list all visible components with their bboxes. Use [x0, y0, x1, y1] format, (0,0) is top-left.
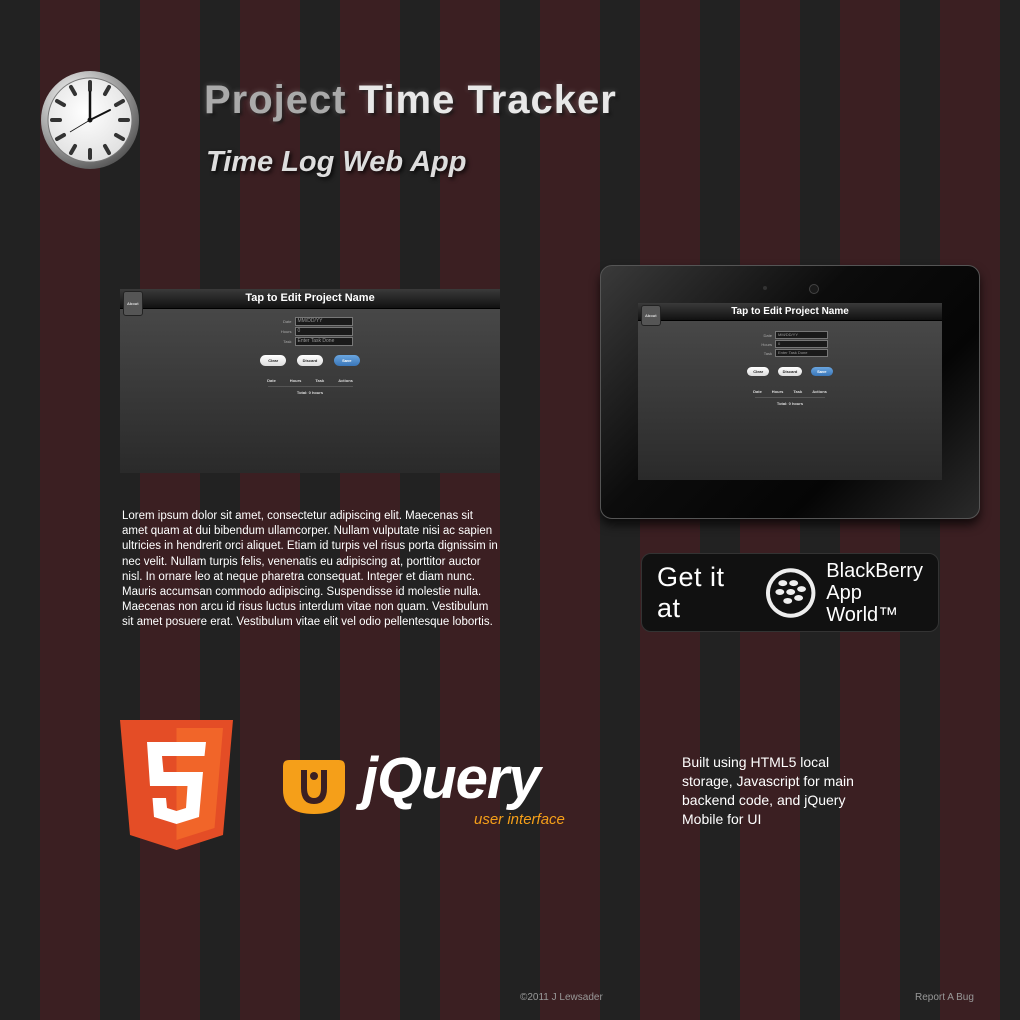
table-divider — [267, 386, 353, 387]
form-buttons: Clear Discard Save — [120, 349, 500, 367]
hours-label: Hours — [761, 341, 772, 347]
log-table-header: Date Hours Task Actions — [120, 378, 500, 383]
badge-brand-line1: BlackBerry — [826, 559, 923, 582]
clear-button: Clear — [260, 355, 287, 366]
badge-brand-text: BlackBerry App World™ — [826, 560, 938, 626]
column-date: Date — [753, 389, 762, 394]
total-hours: Total: 0 hours — [296, 390, 324, 395]
tablet-camera — [809, 284, 819, 294]
column-date: Date — [267, 378, 276, 383]
jquery-ui-mark-icon — [283, 760, 345, 814]
jquery-wordmark: jQuery — [362, 746, 541, 811]
discard-button: Discard — [777, 367, 803, 376]
task-input: Enter Task Done — [294, 337, 353, 346]
clock-icon — [41, 71, 139, 169]
column-task: Task — [793, 389, 803, 394]
report-bug-link[interactable]: Report A Bug — [915, 992, 974, 1003]
task-label: Task — [763, 350, 772, 356]
app-header: About Tap to Edit Project Name — [638, 303, 942, 326]
page-subtitle: Time Log Web App — [206, 146, 467, 178]
column-hours: Hours — [771, 389, 784, 394]
date-input: MM/DD/YY — [294, 317, 353, 326]
hours-label: Hours — [280, 329, 292, 334]
date-label: Date — [283, 319, 292, 324]
html5-logo-icon: 5 — [120, 720, 233, 850]
blackberry-app-world-badge[interactable]: Get it at BlackBerry App World™ — [641, 553, 939, 632]
about-button: About — [641, 305, 661, 326]
form-row-hours: Hours 0 — [638, 340, 942, 348]
app-header-title: Tap to Edit Project Name — [731, 306, 849, 317]
page-title: Project Time Tracker — [204, 78, 617, 123]
discard-button: Discard — [296, 355, 324, 366]
log-table-header: Date Hours Task Actions — [638, 389, 942, 394]
form-row-date: Date MM/DD/YY — [638, 331, 942, 339]
save-button: Save — [810, 367, 833, 376]
column-actions: Actions — [812, 389, 827, 394]
form-row-task: Task Enter Task Done — [120, 337, 500, 346]
form-buttons: Clear Discard Save — [638, 360, 942, 378]
app-description: Lorem ipsum dolor sit amet, consectetur … — [122, 510, 498, 629]
column-task: Task — [315, 378, 325, 383]
app-screenshot-tablet: About Tap to Edit Project Name Date MM/D… — [638, 303, 942, 480]
form-row-task: Task Enter Task Done — [638, 349, 942, 357]
task-label: Task — [283, 339, 292, 344]
hours-input: 0 — [775, 340, 828, 348]
column-hours: Hours — [289, 378, 302, 383]
app-screenshot-large: About Tap to Edit Project Name Date MM/D… — [120, 289, 500, 473]
built-with-text: Built using HTML5 local storage, Javascr… — [682, 754, 854, 827]
about-button: About — [123, 291, 143, 316]
app-header: About Tap to Edit Project Name — [120, 289, 500, 316]
app-header-title: Tap to Edit Project Name — [245, 292, 375, 304]
badge-brand-line2: App World™ — [826, 581, 899, 626]
hours-input: 0 — [294, 327, 353, 336]
time-log-form: Date MM/DD/YY Hours 0 Task Enter Task Do… — [120, 309, 500, 395]
title-word-project: Project — [204, 78, 347, 122]
tablet-device: About Tap to Edit Project Name Date MM/D… — [600, 265, 980, 519]
tablet-sensor — [763, 286, 767, 290]
copyright-text: ©2011 J Lewsader — [520, 992, 603, 1003]
blackberry-logo-icon — [765, 567, 816, 618]
table-divider — [755, 397, 825, 398]
date-label: Date — [763, 332, 772, 338]
jquery-ui-subtitle: user interface — [474, 811, 565, 828]
date-input: MM/DD/YY — [775, 331, 828, 339]
task-input: Enter Task Done — [775, 349, 828, 357]
column-actions: Actions — [338, 378, 353, 383]
form-row-hours: Hours 0 — [120, 327, 500, 336]
badge-get-it-text: Get it at — [657, 561, 725, 623]
save-button: Save — [333, 355, 360, 366]
title-word-time-tracker: Time Tracker — [358, 78, 617, 122]
form-row-date: Date MM/DD/YY — [120, 317, 500, 326]
time-log-form: Date MM/DD/YY Hours 0 Task Enter Task Do… — [638, 321, 942, 406]
total-hours: Total: 0 hours — [776, 401, 804, 406]
clear-button: Clear — [747, 367, 770, 376]
